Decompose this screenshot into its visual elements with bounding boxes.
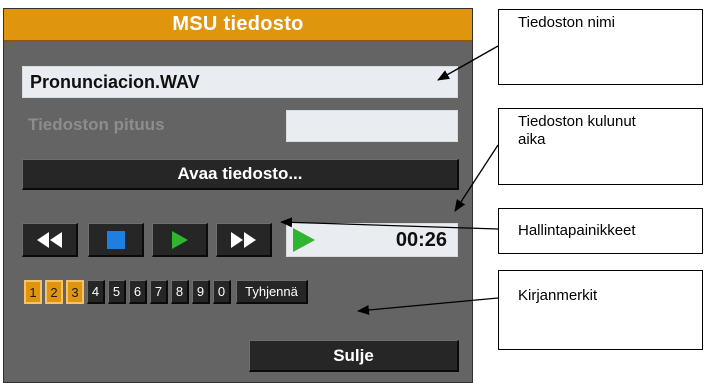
callout-leader-lines — [280, 45, 499, 315]
leader-line-file-name — [437, 45, 499, 81]
leader-line-bookmarks — [357, 297, 499, 315]
leader-line-controls — [280, 217, 499, 230]
leader-line-elapsed-time — [454, 144, 499, 212]
